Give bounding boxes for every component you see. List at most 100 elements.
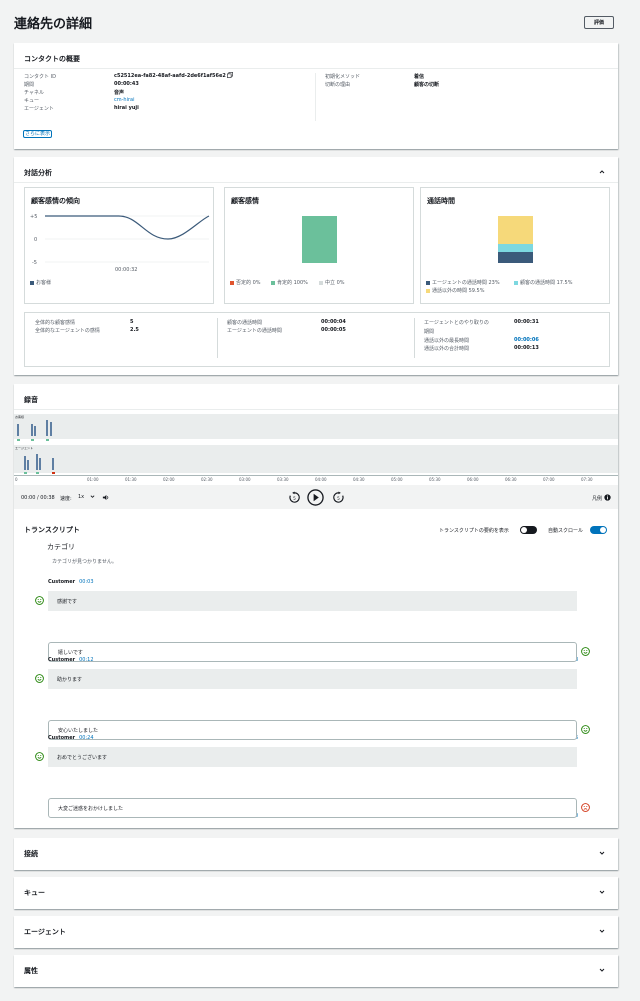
chevron-down-icon[interactable] — [599, 967, 605, 975]
timeline-tick-label: 01:00 — [87, 477, 99, 482]
agent-segment-marker — [24, 472, 27, 474]
stat-label: 通話以外の合計時間 — [424, 346, 470, 352]
stat-label: 期間 — [424, 329, 435, 335]
section-3[interactable]: 属性 — [14, 955, 618, 987]
timeline-tick-label: 02:00 — [163, 477, 175, 482]
message-speaker: Customer 00:03 — [48, 579, 94, 585]
customer-wave-bar — [17, 424, 19, 436]
agent-track[interactable] — [14, 445, 618, 473]
agent-wave-bar — [24, 456, 26, 470]
summary-value: 00:00:43 — [114, 81, 139, 87]
chevron-down-icon[interactable] — [599, 850, 605, 858]
chevron-up-icon[interactable] — [599, 169, 605, 175]
show-more-button[interactable]: さらに表示 — [23, 130, 53, 138]
legend-neutral: 中立 0% — [319, 279, 345, 286]
playback-time: 00:00 / 00:38 — [21, 495, 55, 501]
positive-sentiment-icon — [35, 674, 44, 683]
summary-toggle[interactable] — [520, 526, 537, 534]
y-tick-0: 0 — [34, 237, 38, 243]
message-timestamp[interactable]: 00:24 — [79, 735, 93, 741]
agent-wave-bar — [52, 458, 54, 470]
message-timestamp[interactable]: 00:03 — [79, 579, 93, 585]
timeline-axis — [14, 475, 618, 476]
stat-value: 5 — [130, 319, 134, 325]
analytics-title: 対話分析 — [24, 169, 52, 177]
summary-label: コンタクト ID — [24, 74, 56, 80]
chevron-down-icon[interactable] — [599, 889, 605, 897]
copy-icon[interactable] — [227, 72, 233, 80]
queue-link[interactable]: cm-hirai — [114, 97, 135, 103]
message-timestamp[interactable]: 00:12 — [79, 657, 93, 663]
talk-segment-2 — [498, 216, 533, 244]
series-line-customer — [45, 215, 210, 240]
stat-value: 00:00:04 — [321, 319, 346, 325]
legend-customer-talk: 顧客の通話時間 17.5% — [514, 279, 572, 286]
timeline-tick-label: 06:00 — [467, 477, 479, 482]
customer-wave-bar — [34, 426, 36, 436]
customer-track-label: お客様 — [15, 415, 25, 419]
autoscroll-toggle[interactable] — [590, 526, 607, 534]
info-icon[interactable] — [604, 494, 611, 501]
timeline-tick-label: 01:30 — [125, 477, 137, 482]
contact-summary-title: コンタクトの概要 — [24, 55, 80, 63]
stat-label: 通話以外の最長時間 — [424, 338, 470, 344]
timeline-tick-label: 03:30 — [277, 477, 289, 482]
section-1[interactable]: キュー — [14, 877, 618, 909]
volume-icon[interactable] — [102, 494, 109, 501]
stat-label: 全体的なエージェントの感情 — [35, 328, 100, 334]
section-2[interactable]: エージェント — [14, 916, 618, 948]
customer-message: おめでとうございます — [48, 747, 577, 767]
stat-value: 00:00:05 — [321, 327, 346, 333]
legend-positive: 肯定的 100% — [271, 279, 308, 286]
summary-label: チャネル — [24, 90, 44, 96]
agent-segment-marker — [52, 472, 55, 474]
customer-wave-bar — [31, 424, 33, 436]
agent-wave-bar — [36, 454, 38, 470]
summary-value: 音声 — [114, 90, 125, 96]
stat-value: 00:00:31 — [514, 319, 539, 325]
section-0[interactable]: 接続 — [14, 838, 618, 870]
summary-label: 切断の理由 — [325, 82, 351, 88]
analytics-stats-box: 全体的な顧客感情 5 全体的なエージェントの感情 2.5 顧客の通話時間 00:00:0… — [24, 312, 610, 367]
summary-label: キュー — [24, 98, 40, 104]
speed-select[interactable]: 1x — [78, 494, 95, 500]
positive-sentiment-icon — [581, 647, 590, 656]
summary-value: 顧客の切断 — [414, 82, 440, 88]
agent-message: 安心いたしました — [48, 720, 577, 740]
sentiment-trend-chart — [45, 215, 210, 263]
legend-customer: お客様 — [30, 279, 51, 286]
summary-label: 期間 — [24, 82, 35, 88]
timeline-tick-label: 04:30 — [353, 477, 365, 482]
play-icon[interactable] — [307, 489, 324, 506]
timeline-tick-label: 06:30 — [505, 477, 517, 482]
stat-label: 顧客の通話時間 — [227, 320, 263, 326]
timeline-tick-label: 07:00 — [543, 477, 555, 482]
agent-message: 嬉しいです — [48, 642, 577, 662]
summary-value: hirai yuji — [114, 105, 139, 111]
customer-sentiment-title: 顧客感情 — [231, 197, 259, 205]
evaluate-button[interactable]: 評価 — [584, 16, 614, 29]
page-title: 連絡先の詳細 — [14, 17, 93, 32]
agent-wave-bar — [27, 460, 29, 470]
section-title: キュー — [24, 889, 45, 897]
legend-agent-talk: エージェントの通話時間 23% — [426, 279, 500, 286]
customer-wave-bar — [50, 422, 52, 436]
timeline-tick-label: 0 — [15, 477, 18, 482]
y-tick-minus5: -5 — [32, 260, 37, 266]
contact-summary-panel: コンタクトの概要 コンタクト ID c52512ea-fa82-48af-aafd… — [14, 43, 618, 149]
transcript-title: トランスクリプト — [24, 526, 80, 534]
customer-wave-bar — [46, 420, 48, 436]
timeline-tick-label: 04:00 — [315, 477, 327, 482]
chevron-down-icon[interactable] — [599, 928, 605, 936]
talk-time-stacked-bar — [498, 216, 533, 263]
legend-non-talk: 通話以外の時間 59.5% — [426, 287, 484, 294]
stat-label: エージェントとのやり取りの — [424, 320, 489, 326]
stat-label: 全体的な顧客感情 — [35, 320, 76, 326]
forward-5-icon[interactable]: 5 — [332, 491, 345, 504]
talk-time-title: 通話時間 — [427, 197, 455, 205]
customer-sentiment-card: 顧客感情 否定的 0% 肯定的 100% 中立 0% — [224, 187, 414, 304]
customer-segment-marker — [46, 439, 49, 441]
customer-track[interactable] — [14, 414, 618, 439]
rewind-5-icon[interactable]: 5 — [288, 491, 301, 504]
stat-value: 2.5 — [130, 327, 139, 333]
